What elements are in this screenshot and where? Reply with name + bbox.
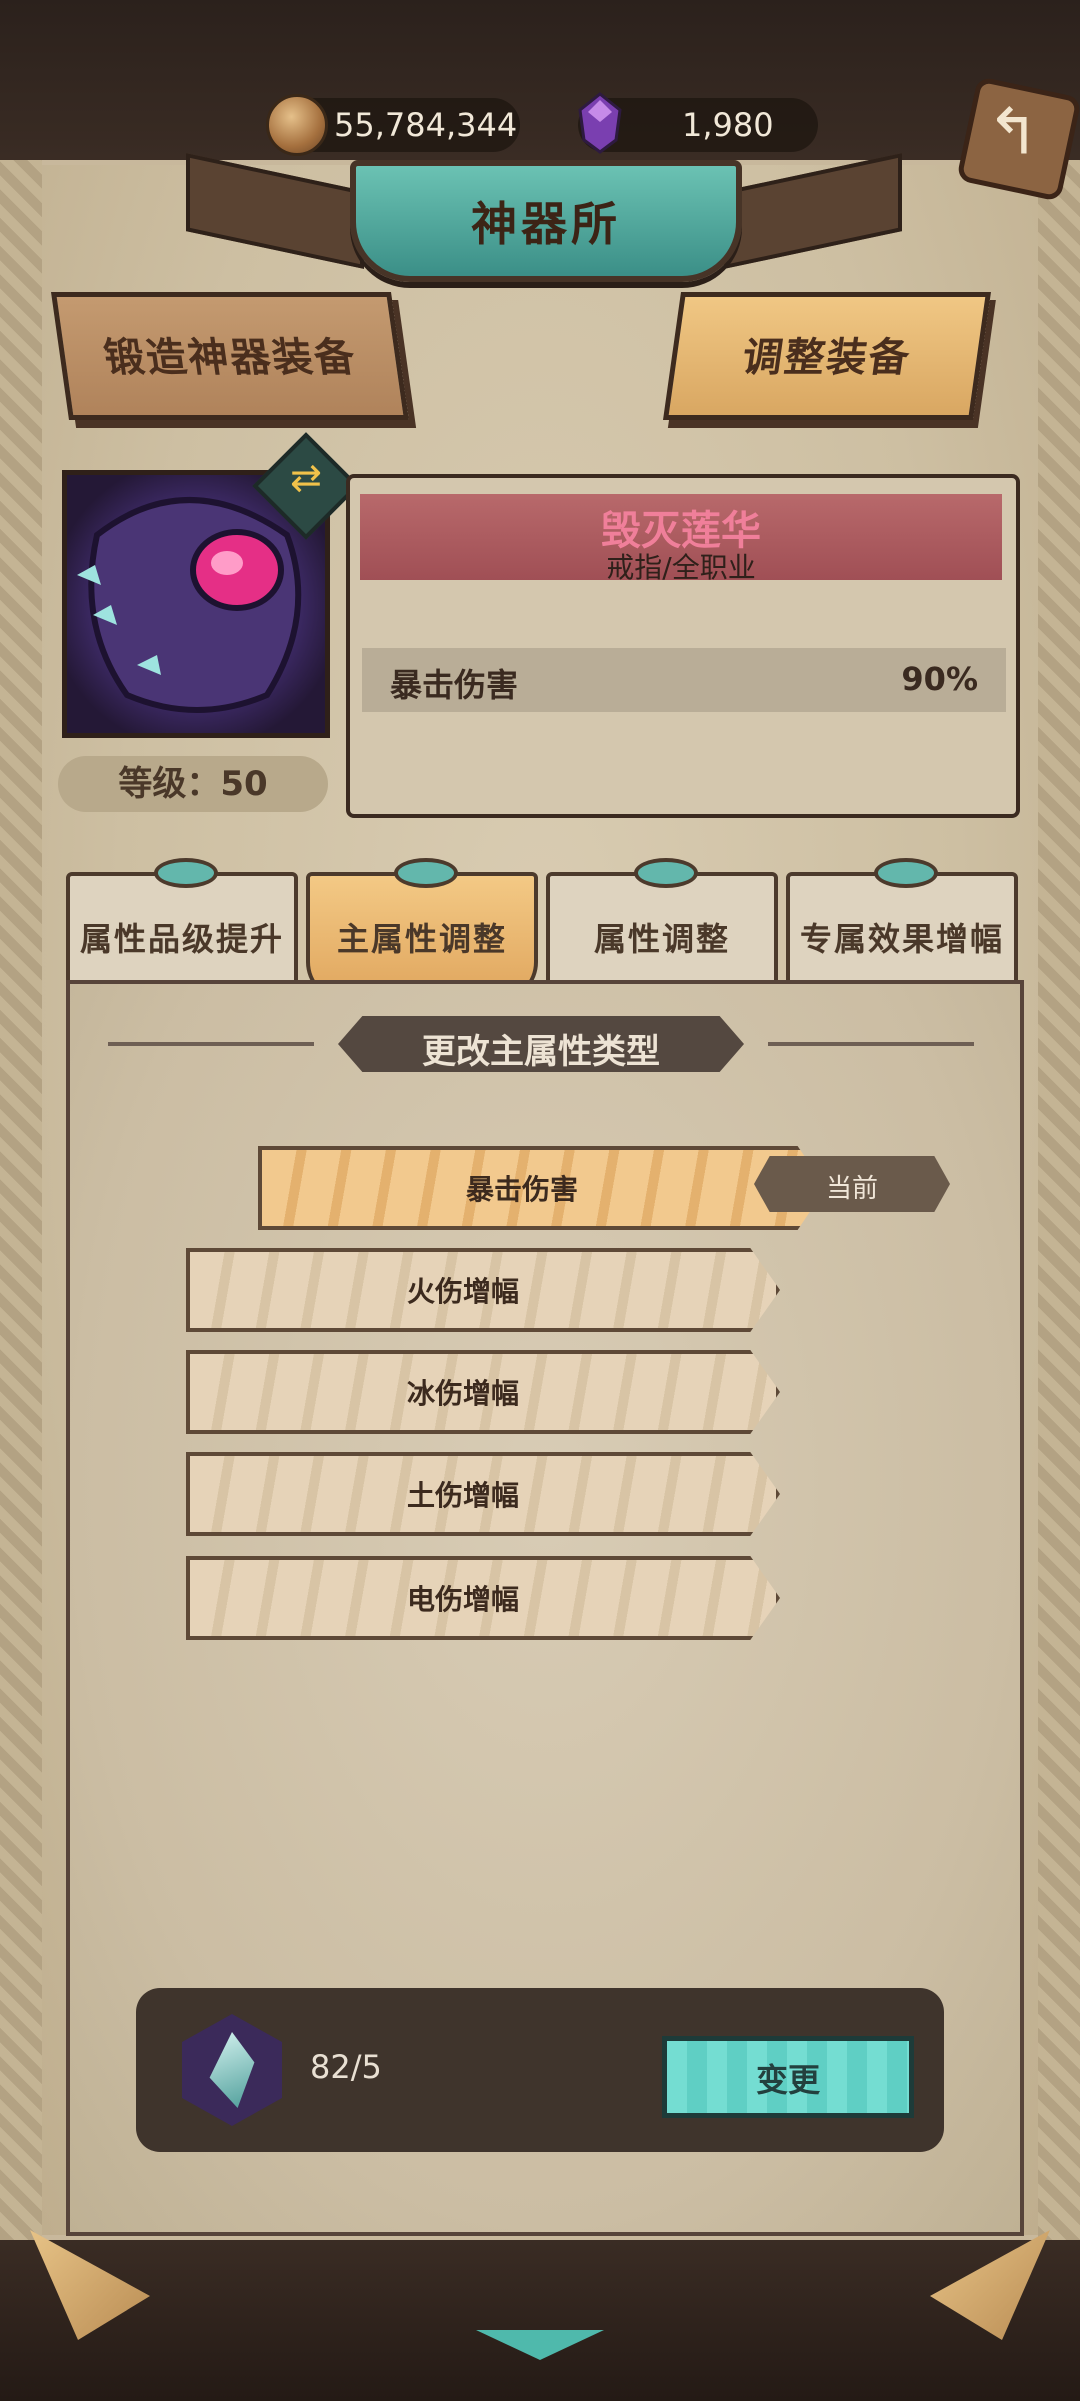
page-title-banner: 神器所 <box>350 160 742 282</box>
option-label: 电伤增幅 <box>406 1583 519 1616</box>
gold-currency: 55,784,344 <box>266 94 520 156</box>
item-name-band: 毁灭莲华 戒指/全职业 <box>360 494 1002 584</box>
tab-label: 属性品级提升 <box>79 920 284 958</box>
option-label: 冰伤增幅 <box>406 1377 519 1410</box>
tab-label: 主属性调整 <box>336 920 507 958</box>
gem-currency: 1,980 <box>578 92 818 154</box>
section-title-label: 更改主属性类型 <box>422 1032 660 1072</box>
stat-value: 90% <box>901 660 978 698</box>
tab-gem-icon <box>634 858 698 888</box>
divider-right <box>768 1042 974 1046</box>
change-button-label: 变更 <box>755 2061 820 2099</box>
tab-gem-icon <box>874 858 938 888</box>
option-label: 火伤增幅 <box>406 1275 519 1308</box>
adjust-equipment-label: 调整装备 <box>739 335 914 381</box>
forge-artifact-label: 锻造神器装备 <box>101 335 360 381</box>
option-label: 暴击伤害 <box>465 1173 578 1206</box>
current-tag-label: 当前 <box>825 1174 878 1204</box>
gem-value: 1,980 <box>682 106 774 144</box>
stat-label: 暴击伤害 <box>390 666 519 704</box>
divider-left <box>108 1042 314 1046</box>
page-title: 神器所 <box>471 197 621 251</box>
option-electric-damage[interactable]: 电伤增幅 <box>186 1556 780 1640</box>
forge-artifact-button[interactable]: 锻造神器装备 <box>51 292 409 420</box>
current-tag: 当前 <box>754 1156 950 1212</box>
tab-attribute-adjust[interactable]: 属性调整 <box>546 858 778 986</box>
purple-gem-icon <box>578 92 622 154</box>
cost-value: 82/5 <box>310 2048 382 2086</box>
gold-value: 55,784,344 <box>334 106 518 144</box>
item-info-panel: 毁灭莲华 戒指/全职业 暴击伤害 90% <box>346 474 1020 818</box>
back-arrow-icon: ↰ <box>986 95 1040 170</box>
tab-gem-icon <box>154 858 218 888</box>
item-level-label: 等级：50 <box>118 764 268 804</box>
item-stat-row: 暴击伤害 90% <box>362 648 1006 712</box>
section-title: 更改主属性类型 <box>338 1016 744 1072</box>
option-crit-damage[interactable]: 暴击伤害 <box>258 1146 826 1230</box>
tab-gem-icon <box>394 858 458 888</box>
right-border-decoration <box>1038 160 1080 2240</box>
tab-exclusive-effect-boost[interactable]: 专属效果增幅 <box>786 858 1018 986</box>
back-button[interactable]: ↰ <box>956 76 1080 202</box>
change-button[interactable]: 变更 <box>662 2036 914 2118</box>
cost-bar: 82/5 变更 <box>136 1988 944 2152</box>
item-level: 等级：50 <box>58 756 328 812</box>
adjust-equipment-button[interactable]: 调整装备 <box>663 292 991 420</box>
option-fire-damage[interactable]: 火伤增幅 <box>186 1248 780 1332</box>
item-subtitle: 戒指/全职业 <box>606 551 756 584</box>
option-ice-damage[interactable]: 冰伤增幅 <box>186 1350 780 1434</box>
swap-icon: ⇄ <box>290 455 322 500</box>
crystal-icon <box>182 2014 282 2126</box>
left-border-decoration <box>0 160 42 2240</box>
tab-label: 属性调整 <box>593 920 730 958</box>
tab-attribute-grade-upgrade[interactable]: 属性品级提升 <box>66 858 298 986</box>
tab-label: 专属效果增幅 <box>799 920 1004 958</box>
option-label: 土伤增幅 <box>406 1479 519 1512</box>
coin-icon <box>266 94 328 156</box>
option-earth-damage[interactable]: 土伤增幅 <box>186 1452 780 1536</box>
